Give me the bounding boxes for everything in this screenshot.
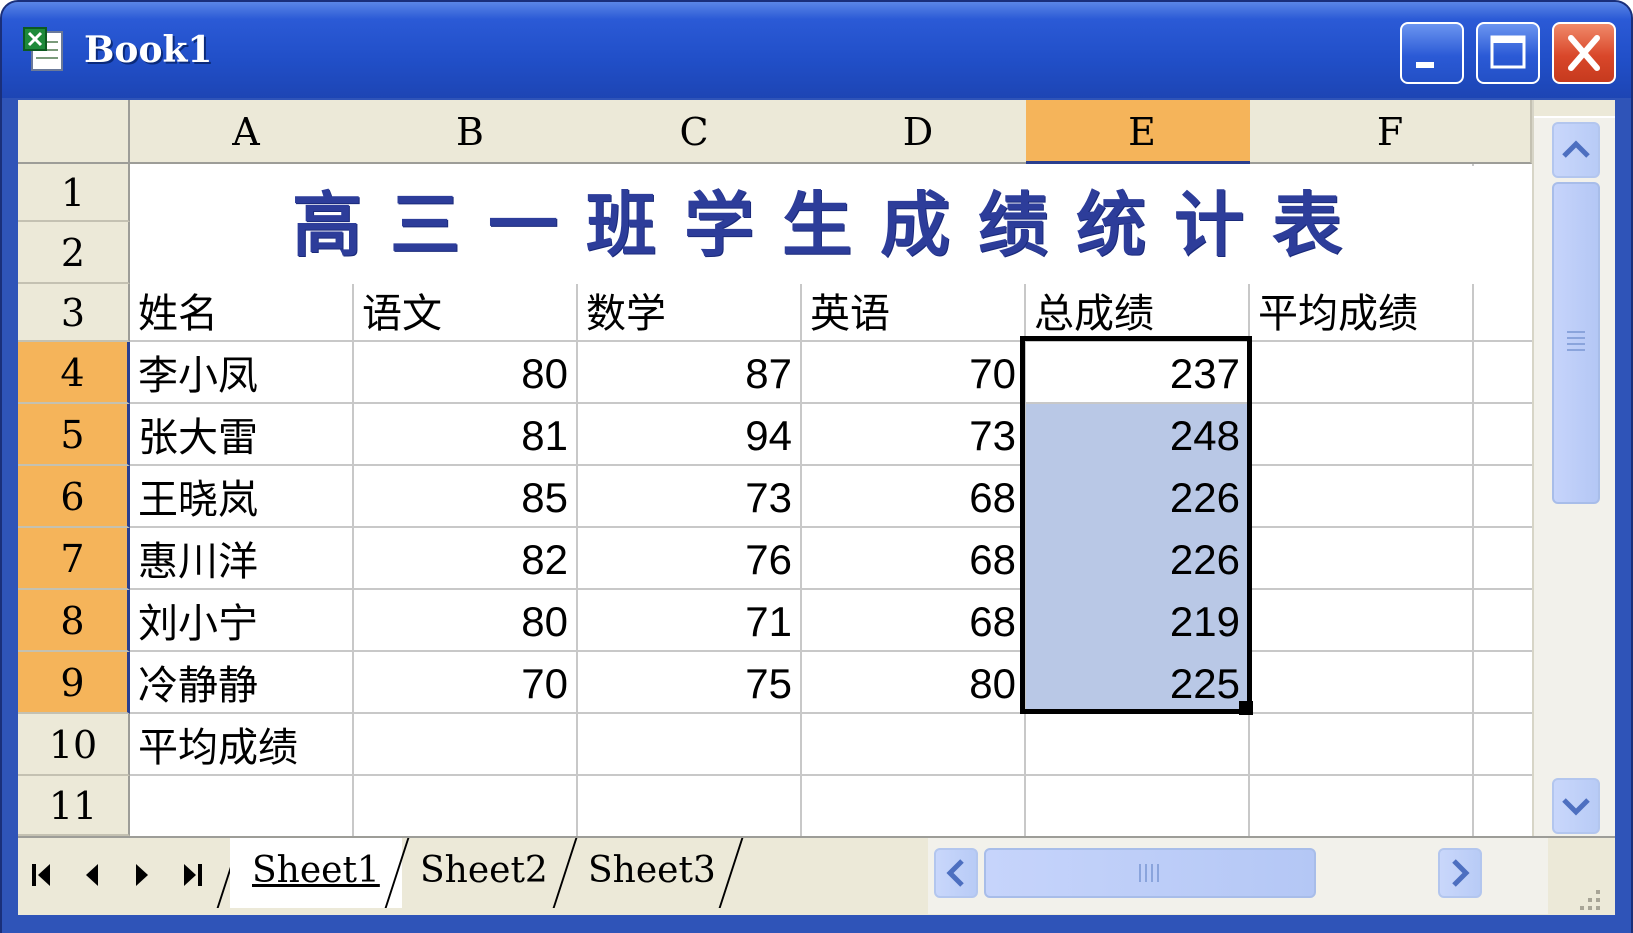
chinese-score-cell[interactable]: 80 <box>354 342 576 402</box>
vertical-scroll-thumb[interactable] <box>1552 182 1600 504</box>
student-name-cell[interactable]: 王晓岚 <box>130 466 352 526</box>
chinese-score-cell[interactable]: 85 <box>354 466 576 526</box>
tab-sheet3[interactable]: Sheet3 <box>566 838 738 908</box>
math-score-cell[interactable]: 87 <box>578 342 800 402</box>
column-header-d[interactable]: D <box>802 100 1036 164</box>
english-score-cell[interactable]: 68 <box>802 466 1024 526</box>
chinese-score-cell[interactable]: 70 <box>354 652 576 712</box>
math-score-cell[interactable]: 73 <box>578 466 800 526</box>
sheet-title-cell[interactable]: 高三一班学生成绩统计表 <box>130 166 1532 284</box>
window-title: Book1 <box>84 29 213 71</box>
english-score-cell[interactable]: 70 <box>802 342 1024 402</box>
row-header-4[interactable]: 4 <box>18 342 130 404</box>
row-header-10[interactable]: 10 <box>18 714 130 776</box>
student-name-cell[interactable]: 冷静静 <box>130 652 352 712</box>
english-score-cell[interactable]: 80 <box>802 652 1024 712</box>
title-bar[interactable]: Book1 <box>2 2 1631 98</box>
scroll-left-icon <box>946 859 964 887</box>
scroll-right-button[interactable] <box>1438 848 1482 898</box>
maximize-icon <box>1490 35 1526 69</box>
tab-sheet2[interactable]: Sheet2 <box>398 838 570 908</box>
english-score-cell[interactable]: 73 <box>802 404 1024 464</box>
row-header-9[interactable]: 9 <box>18 652 130 714</box>
average-row-label[interactable]: 平均成绩 <box>130 714 352 774</box>
resize-grip-icon <box>1580 890 1600 910</box>
next-sheet-button[interactable] <box>120 850 164 900</box>
selection-outline <box>1020 336 1252 714</box>
excel-window: Book1 A B C D E F 1 2 3 4 5 6 7 8 9 10 1… <box>0 0 1633 933</box>
minimize-icon <box>1416 62 1434 68</box>
student-name-cell[interactable]: 张大雷 <box>130 404 352 464</box>
row-header-1[interactable]: 1 <box>18 164 130 222</box>
chinese-score-cell[interactable]: 81 <box>354 404 576 464</box>
horizontal-scroll-thumb[interactable] <box>984 848 1316 898</box>
last-sheet-icon <box>184 864 202 886</box>
resize-grip[interactable] <box>1548 838 1615 915</box>
last-sheet-button[interactable] <box>170 850 214 900</box>
scroll-down-button[interactable] <box>1552 778 1600 834</box>
scroll-up-button[interactable] <box>1552 122 1600 178</box>
horizontal-scrollbar[interactable] <box>928 838 1548 914</box>
worksheet[interactable]: A B C D E F 1 2 3 4 5 6 7 8 9 10 11 高三一班… <box>18 100 1615 915</box>
scroll-up-icon <box>1562 140 1590 158</box>
header-cell-total[interactable]: 总成绩 <box>1026 284 1248 340</box>
math-score-cell[interactable]: 76 <box>578 528 800 588</box>
header-cell-chinese[interactable]: 语文 <box>354 284 576 340</box>
header-cell-average[interactable]: 平均成绩 <box>1250 284 1472 340</box>
chinese-score-cell[interactable]: 80 <box>354 590 576 650</box>
next-sheet-icon <box>136 864 148 886</box>
scroll-down-icon <box>1562 798 1590 816</box>
maximize-button[interactable] <box>1476 22 1540 84</box>
student-name-cell[interactable]: 李小凤 <box>130 342 352 402</box>
column-header-b[interactable]: B <box>354 100 588 164</box>
gridline <box>130 774 1532 776</box>
close-icon <box>1568 35 1600 71</box>
gridline <box>1472 284 1474 836</box>
grip-icon <box>1567 331 1585 351</box>
window-border-bottom <box>2 915 1631 933</box>
english-score-cell[interactable]: 68 <box>802 590 1024 650</box>
column-header-a[interactable]: A <box>130 100 364 164</box>
grip-icon <box>1139 864 1159 882</box>
row-header-7[interactable]: 7 <box>18 528 130 590</box>
header-cell-math[interactable]: 数学 <box>578 284 800 340</box>
row-header-2[interactable]: 2 <box>18 222 130 284</box>
fill-handle[interactable] <box>1239 701 1253 715</box>
chinese-score-cell[interactable]: 82 <box>354 528 576 588</box>
split-box[interactable] <box>1534 100 1615 118</box>
column-header-c[interactable]: C <box>578 100 812 164</box>
column-header-e[interactable]: E <box>1026 100 1260 164</box>
scroll-right-icon <box>1452 859 1470 887</box>
row-header-8[interactable]: 8 <box>18 590 130 652</box>
sheet-tab-bar: Sheet1 Sheet2 Sheet3 <box>18 836 1615 915</box>
prev-sheet-icon <box>86 864 98 886</box>
vertical-scrollbar[interactable] <box>1532 100 1615 836</box>
column-header-f[interactable]: F <box>1250 100 1532 164</box>
row-header-5[interactable]: 5 <box>18 404 130 466</box>
prev-sheet-button[interactable] <box>70 850 114 900</box>
math-score-cell[interactable]: 75 <box>578 652 800 712</box>
tab-sheet1[interactable]: Sheet1 <box>230 838 402 908</box>
select-all-corner[interactable] <box>18 100 130 164</box>
math-score-cell[interactable]: 94 <box>578 404 800 464</box>
first-sheet-button[interactable] <box>20 850 64 900</box>
row-header-6[interactable]: 6 <box>18 466 130 528</box>
header-cell-english[interactable]: 英语 <box>802 284 1024 340</box>
close-button[interactable] <box>1552 22 1616 84</box>
minimize-button[interactable] <box>1400 22 1464 84</box>
excel-app-icon <box>23 27 63 71</box>
row-header-11[interactable]: 11 <box>18 776 130 836</box>
english-score-cell[interactable]: 68 <box>802 528 1024 588</box>
first-sheet-icon <box>32 864 50 886</box>
row-header-3[interactable]: 3 <box>18 284 130 342</box>
math-score-cell[interactable]: 71 <box>578 590 800 650</box>
student-name-cell[interactable]: 惠川洋 <box>130 528 352 588</box>
student-name-cell[interactable]: 刘小宁 <box>130 590 352 650</box>
scroll-left-button[interactable] <box>934 848 978 898</box>
header-cell-name[interactable]: 姓名 <box>130 284 352 340</box>
